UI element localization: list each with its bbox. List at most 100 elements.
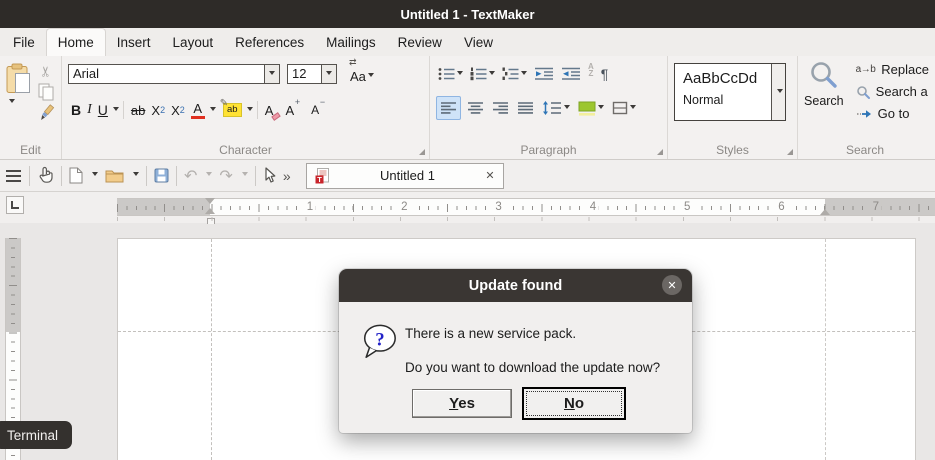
copy-icon[interactable] (38, 83, 54, 101)
font-size-combo[interactable]: 12 (287, 64, 337, 84)
goto-icon (856, 109, 872, 119)
menu-button[interactable] (6, 170, 22, 182)
tab-layout[interactable]: Layout (162, 28, 225, 56)
styles-dialog-launcher[interactable] (787, 149, 793, 155)
goto-button[interactable]: Go to (856, 106, 929, 121)
highlight-caret[interactable] (247, 107, 253, 114)
touch-mode-icon[interactable] (37, 166, 54, 185)
tab-mailings[interactable]: Mailings (315, 28, 387, 56)
multilevel-list-button[interactable] (500, 63, 529, 85)
change-case-button[interactable]: ⇄ Aa (347, 63, 377, 85)
replace-button[interactable]: a→b Replace (856, 62, 929, 77)
quick-toolbar: ↶ ↷ » T Untitled 1 ✕ (0, 160, 935, 192)
no-button[interactable]: No (522, 387, 626, 420)
increase-indent-button[interactable] (532, 63, 556, 85)
document-tab-close[interactable]: ✕ (485, 169, 494, 182)
underline-caret[interactable] (113, 107, 119, 114)
ruler-number: 1 (304, 200, 316, 215)
highlight-button[interactable]: ✎ ab (220, 99, 245, 121)
bold-button[interactable]: B (68, 99, 84, 121)
style-dropdown[interactable] (771, 64, 785, 120)
align-center-button[interactable] (465, 97, 486, 119)
borders-button[interactable] (610, 97, 638, 119)
grow-font-button[interactable]: A + (282, 99, 300, 121)
window-title: Untitled 1 - TextMaker (400, 7, 534, 22)
save-icon[interactable] (154, 168, 169, 183)
search-button-label: Search (804, 94, 844, 108)
cut-icon[interactable]: ✂ (37, 66, 54, 78)
tab-file[interactable]: File (2, 28, 46, 56)
decrease-indent-button[interactable] (559, 63, 583, 85)
font-name-dropdown[interactable] (264, 65, 279, 83)
yes-button[interactable]: Yes (412, 389, 512, 418)
font-name-combo[interactable]: Arial (68, 64, 280, 84)
font-color-caret[interactable] (210, 107, 216, 114)
dialog-title: Update found (469, 278, 562, 294)
line-spacing-caret[interactable] (564, 105, 570, 112)
bullet-list-button[interactable] (436, 63, 465, 85)
format-painter-icon[interactable] (37, 104, 55, 123)
borders-caret[interactable] (630, 105, 636, 112)
search-again-button[interactable]: Search a (856, 84, 929, 99)
shrink-font-button[interactable]: A − (308, 99, 325, 121)
tab-references[interactable]: References (224, 28, 315, 56)
character-dialog-launcher[interactable] (419, 149, 425, 155)
tab-home[interactable]: Home (46, 28, 106, 56)
multilevel-list-caret[interactable] (521, 71, 527, 78)
italic-button[interactable]: I (84, 99, 95, 121)
new-document-caret[interactable] (92, 172, 98, 179)
align-right-button[interactable] (490, 97, 511, 119)
toolbar-overflow-button[interactable]: » (283, 168, 291, 184)
style-preview: AaBbCcDd (683, 70, 767, 87)
justify-button[interactable] (515, 97, 536, 119)
undo-icon[interactable]: ↶ (184, 166, 197, 186)
paste-button[interactable] (6, 63, 32, 95)
numbered-list-caret[interactable] (489, 71, 495, 78)
dialog-titlebar[interactable]: Update found ✕ (339, 269, 692, 302)
paragraph-dialog-launcher[interactable] (657, 149, 663, 155)
clear-formatting-button[interactable]: A (262, 99, 277, 121)
document-tab[interactable]: T Untitled 1 ✕ (306, 163, 504, 189)
redo-icon[interactable]: ↷ (219, 166, 232, 186)
font-size-dropdown[interactable] (321, 65, 336, 83)
tab-stop-selector[interactable] (6, 196, 24, 214)
paste-dropdown-caret[interactable] (9, 99, 15, 106)
search-icon (809, 60, 839, 90)
bullet-list-caret[interactable] (457, 71, 463, 78)
numbered-list-button[interactable] (468, 63, 497, 85)
ruler-number: 6 (775, 200, 787, 215)
subscript-button[interactable]: X2 (148, 99, 168, 121)
sort-button[interactable]: A Z (586, 63, 596, 85)
new-document-icon[interactable] (69, 167, 83, 184)
change-case-caret[interactable] (368, 73, 374, 80)
formatting-marks-button[interactable]: ¶ (599, 63, 611, 85)
open-caret[interactable] (133, 172, 139, 179)
dialog-close-button[interactable]: ✕ (662, 275, 682, 295)
search-button[interactable]: Search (804, 60, 844, 141)
tab-view[interactable]: View (453, 28, 504, 56)
line-spacing-button[interactable] (540, 97, 572, 119)
align-left-icon (440, 102, 457, 115)
redo-caret[interactable] (242, 172, 248, 179)
object-mode-pointer-icon[interactable] (263, 167, 276, 184)
align-left-button[interactable] (436, 96, 461, 120)
undo-caret[interactable] (206, 172, 212, 179)
shading-caret[interactable] (598, 105, 604, 112)
strikethrough-button[interactable]: ab (128, 99, 148, 121)
underline-button[interactable]: U (95, 99, 111, 121)
textmaker-window: Untitled 1 - TextMaker File Home Insert … (0, 0, 935, 460)
tab-insert[interactable]: Insert (106, 28, 162, 56)
style-picker[interactable]: AaBbCcDd Normal (674, 63, 786, 121)
horizontal-ruler[interactable]: 1 2 3 4 5 6 7 (117, 198, 935, 216)
first-line-indent-marker[interactable] (205, 198, 215, 214)
right-indent-marker[interactable] (820, 209, 830, 215)
superscript-button[interactable]: X2 (168, 99, 188, 121)
ruler-number: 7 (870, 200, 882, 215)
tab-review[interactable]: Review (387, 28, 453, 56)
open-folder-icon[interactable] (105, 168, 124, 183)
case-arrows-icon: ⇄ (349, 57, 357, 68)
ruler-number: 5 (681, 200, 693, 215)
search-group-label: Search (798, 143, 935, 157)
shading-button[interactable] (576, 97, 606, 119)
font-color-button[interactable]: A (188, 99, 208, 121)
